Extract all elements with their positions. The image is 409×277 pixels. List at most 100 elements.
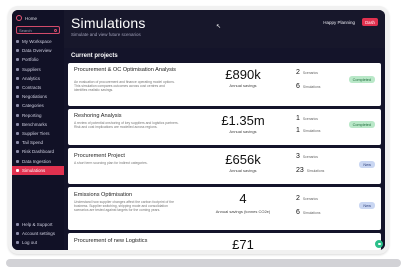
sidebar-item-label: My Workspace xyxy=(22,39,52,45)
sidebar-item-label: Risk Dashboard xyxy=(22,149,55,155)
chat-widget-button[interactable] xyxy=(375,240,383,248)
project-card[interactable]: Reshoring Analysis A review of potential… xyxy=(68,109,381,145)
report-icon xyxy=(16,113,19,117)
scenarios-stat: 2 Scenarios xyxy=(296,69,318,76)
project-value: 4 xyxy=(239,191,247,206)
project-value: £656k xyxy=(225,152,261,167)
sidebar-item-portfolio[interactable]: Portfolio xyxy=(12,55,64,64)
sidebar-item-data-overview[interactable]: Data Overview xyxy=(12,46,64,55)
simulations-count: 1 xyxy=(296,127,300,134)
main-panel: Simulations Simulate and view future sce… xyxy=(64,10,385,250)
user-menu[interactable]: Happy Planning xyxy=(323,20,355,25)
status-badge: New xyxy=(359,161,375,168)
section-title: Current projects xyxy=(71,53,118,59)
sidebar-item-label: Log out xyxy=(22,239,38,245)
simulations-count: 23 xyxy=(296,167,304,174)
simulation-icon xyxy=(16,168,19,172)
logo-icon xyxy=(16,15,22,21)
sidebar-footer: Help & Support Account settings Log out xyxy=(12,219,64,247)
status-badge: Completed xyxy=(348,121,375,128)
sidebar-item-risk-dashboard[interactable]: Risk Dashboard xyxy=(12,147,64,156)
sidebar-item-label: Contracts xyxy=(22,85,42,91)
sidebar-item-label: Simulations xyxy=(22,167,46,173)
project-card[interactable]: Procurement Project A short term sourcin… xyxy=(68,148,381,184)
laptop-base xyxy=(6,259,401,267)
folder-icon xyxy=(16,58,19,62)
sidebar-item-label: Data Ingestion xyxy=(22,158,52,164)
sidebar-item-log-out[interactable]: Log out xyxy=(12,238,64,247)
workspace-icon xyxy=(16,40,19,44)
sidebar-item-label: Benchmarks xyxy=(22,121,48,127)
device-frame: Home Search My Workspace Data Overview P… xyxy=(8,6,389,254)
simulations-stat: 6 Simulations xyxy=(296,209,320,216)
page-title: Simulations xyxy=(71,15,146,31)
simulations-label: Simulations xyxy=(306,168,325,173)
benchmark-icon xyxy=(16,122,19,126)
scenarios-label: Scenarios xyxy=(302,196,318,201)
search-placeholder: Search xyxy=(19,27,32,33)
sidebar-item-label: Data Overview xyxy=(22,48,52,54)
sidebar-item-label: Supplier Tiers xyxy=(22,130,50,136)
sidebar-item-label: Tail Spend xyxy=(22,140,44,146)
simulations-stat: 1 Simulations xyxy=(296,127,320,134)
tag-icon xyxy=(16,104,19,108)
search-icon xyxy=(54,28,57,32)
sidebar-item-tail-spend[interactable]: Tail Spend xyxy=(12,138,64,147)
project-title: Procurement & OC Optimisation Analysis xyxy=(74,67,176,73)
document-icon xyxy=(16,86,19,90)
tiers-icon xyxy=(16,131,19,135)
project-description: A review of potential onshoring of key s… xyxy=(74,121,179,129)
help-icon xyxy=(16,222,19,226)
scenarios-count: 1 xyxy=(296,115,300,122)
project-value-label: Annual savings xyxy=(229,83,257,88)
building-icon xyxy=(16,67,19,71)
sidebar-header[interactable]: Home xyxy=(12,10,64,24)
project-card[interactable]: Procurement of new Logistics £71 xyxy=(68,233,381,250)
project-value-label: Annual savings (tonnes CO2e) xyxy=(215,209,271,214)
sidebar-item-analytics[interactable]: Analytics xyxy=(12,74,64,83)
mouse-cursor-icon: ↖ xyxy=(216,24,222,30)
tail-icon xyxy=(16,141,19,145)
sidebar-item-benchmarks[interactable]: Benchmarks xyxy=(12,120,64,129)
sidebar-item-label: Help & Support xyxy=(22,221,53,227)
sidebar-brand: Home xyxy=(25,15,38,21)
project-title: Procurement of new Logistics xyxy=(74,238,148,244)
scenarios-stat: 3 Scenarios xyxy=(296,153,318,160)
page-subtitle: Simulate and view future scenarios xyxy=(71,32,141,37)
user-badge[interactable]: Dash xyxy=(362,18,378,26)
project-title: Reshoring Analysis xyxy=(74,113,122,119)
sidebar-search-input[interactable]: Search xyxy=(16,26,60,34)
project-title: Procurement Project xyxy=(74,153,125,159)
sidebar-item-data-ingestion[interactable]: Data Ingestion xyxy=(12,156,64,165)
sidebar-item-categories[interactable]: Categories xyxy=(12,101,64,110)
sidebar-item-account-settings[interactable]: Account settings xyxy=(12,229,64,238)
project-description: An evaluation of procurement and finance… xyxy=(74,80,175,92)
grid-icon xyxy=(16,49,19,53)
sidebar-item-suppliers[interactable]: Suppliers xyxy=(12,65,64,74)
project-value: £71 xyxy=(232,237,254,250)
project-title: Emissions Optimisation xyxy=(74,192,133,198)
project-description: Understand how supplier changes affect t… xyxy=(74,200,175,212)
status-badge: New xyxy=(359,202,375,209)
sidebar-item-help[interactable]: Help & Support xyxy=(12,219,64,228)
project-card[interactable]: Emissions Optimisation Understand how su… xyxy=(68,187,381,230)
simulations-stat: 23 Simulations xyxy=(296,167,324,174)
sidebar-item-negotiations[interactable]: Negotiations xyxy=(12,92,64,101)
sidebar-item-label: Categories xyxy=(22,103,44,109)
sidebar-item-label: Portfolio xyxy=(22,57,39,63)
project-value: £1.35m xyxy=(221,113,265,128)
sidebar-item-reporting[interactable]: Reporting xyxy=(12,111,64,120)
sidebar-item-my-workspace[interactable]: My Workspace xyxy=(12,37,64,46)
chat-icon xyxy=(377,242,381,246)
scenarios-count: 3 xyxy=(296,153,300,160)
simulations-count: 6 xyxy=(296,83,300,90)
handshake-icon xyxy=(16,95,19,99)
project-value-label: Annual savings xyxy=(229,129,257,134)
scenarios-count: 2 xyxy=(296,195,300,202)
sidebar-item-contracts[interactable]: Contracts xyxy=(12,83,64,92)
sidebar-item-label: Negotiations xyxy=(22,94,48,100)
sidebar-item-simulations[interactable]: Simulations xyxy=(12,165,64,175)
scenarios-label: Scenarios xyxy=(302,154,318,159)
sidebar-item-supplier-tiers[interactable]: Supplier Tiers xyxy=(12,129,64,138)
project-card[interactable]: Procurement & OC Optimisation Analysis A… xyxy=(68,63,381,106)
